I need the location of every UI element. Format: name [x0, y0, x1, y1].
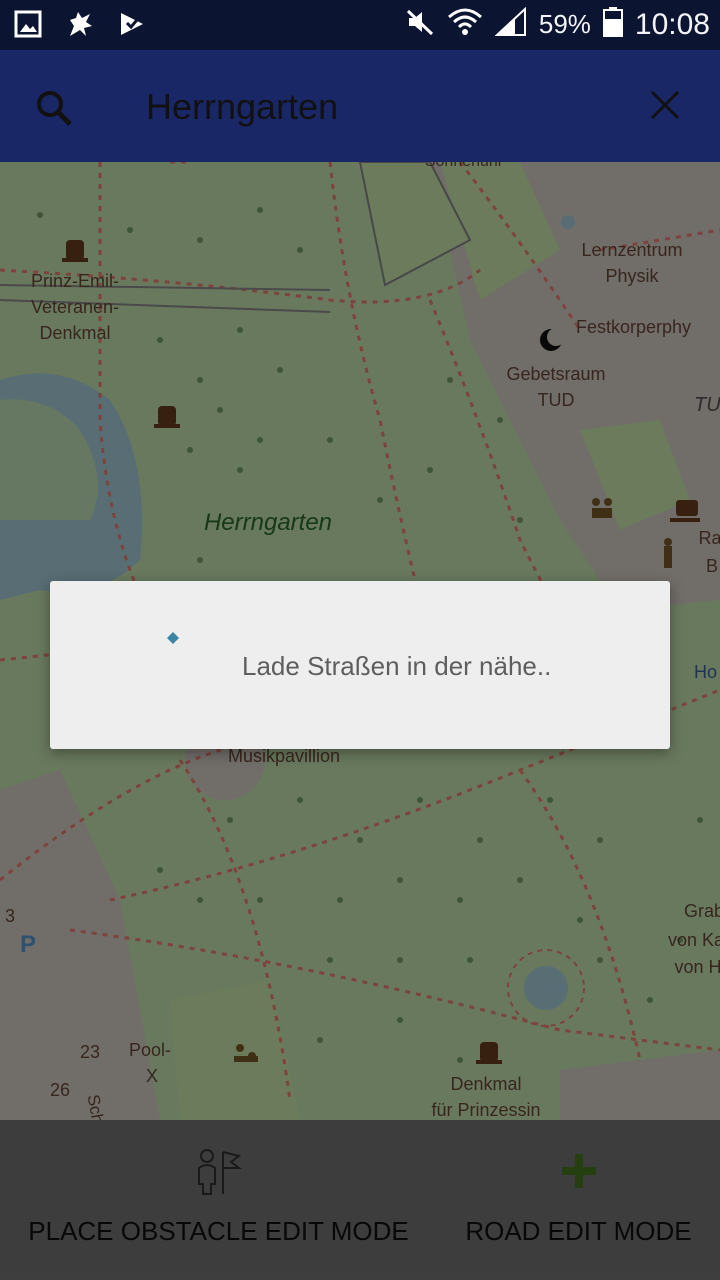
loading-dialog: Lade Straßen in der nähe..: [50, 581, 670, 749]
place-obstacle-edit-mode-button[interactable]: PLACE OBSTACLE EDIT MODE: [0, 1120, 437, 1280]
map-label-number-23: 23: [80, 1042, 100, 1062]
close-icon[interactable]: [648, 88, 682, 127]
map-label-number-3: 3: [5, 906, 15, 926]
loading-message: Lade Straßen in der nähe..: [242, 651, 552, 681]
road-edit-label: ROAD EDIT MODE: [465, 1216, 692, 1246]
search-query-text[interactable]: Herrngarten: [146, 86, 338, 128]
map-label-sch: Sch: [84, 1093, 108, 1120]
loading-spinner-icon: [166, 631, 180, 650]
obstacle-flag-icon: [193, 1146, 245, 1196]
map-label-tu: TU De: [694, 394, 720, 416]
plus-icon: [559, 1146, 599, 1196]
mute-icon: [405, 8, 435, 41]
map-label-grab-1: Grab: [684, 901, 720, 921]
map-label-prinz-emil-1: Prinz-Emil-: [31, 271, 119, 291]
map-label-grab-3: von H: [674, 957, 720, 977]
map-label-parking: P: [20, 931, 36, 958]
gallery-icon: [14, 10, 42, 43]
map-label-grab-2: von Ka: [668, 930, 720, 950]
road-edit-mode-button[interactable]: ROAD EDIT MODE: [437, 1120, 720, 1280]
map-label-denkmal-1: Denkmal: [450, 1074, 521, 1094]
map-label-gebetsraum-1: Gebetsraum: [506, 364, 605, 384]
bottom-bar: PLACE OBSTACLE EDIT MODE ROAD EDIT MODE: [0, 1120, 720, 1280]
map-label-denkmal-2: für Prinzessin: [431, 1100, 540, 1120]
map-label-lernzentrum-2: Physik: [605, 266, 659, 286]
signal-icon: [494, 6, 527, 42]
map-label-lernzentrum-1: Lernzentrum: [581, 240, 682, 260]
map-label-pool-1: Pool-: [129, 1040, 171, 1060]
map-label-b: B: [706, 556, 718, 576]
map-label-number-26: 26: [50, 1080, 70, 1100]
clock: 10:08: [634, 7, 710, 41]
map-label-herrngarten: Herrngarten: [204, 509, 332, 536]
map-label-musikpavillion: Musikpavillion: [228, 746, 340, 766]
app-bar: Herrngarten: [0, 50, 720, 162]
search-icon[interactable]: [34, 88, 74, 133]
checklist-icon: [118, 10, 146, 43]
battery-icon: [602, 7, 623, 42]
map-label-ra: Ra: [698, 528, 720, 548]
battery-percent: 59%: [538, 9, 591, 39]
map-label-pool-2: X: [146, 1066, 158, 1086]
place-obstacle-label: PLACE OBSTACLE EDIT MODE: [28, 1216, 409, 1246]
map-label-sonnenuhr: Sonnenuhr: [425, 162, 504, 170]
map-label-gebetsraum-2: TUD: [538, 390, 575, 410]
map-label-prinz-emil-3: Denkmal: [39, 323, 110, 343]
wifi-icon: [447, 7, 483, 42]
map-label-ho: Ho: [694, 662, 717, 682]
status-bar: 59% 10:08: [0, 0, 720, 50]
map-label-prinz-emil-2: Veteranen-: [31, 297, 119, 317]
map-label-festkorper: Festkorperphy: [576, 317, 691, 337]
griffin-app-icon: [64, 8, 96, 45]
